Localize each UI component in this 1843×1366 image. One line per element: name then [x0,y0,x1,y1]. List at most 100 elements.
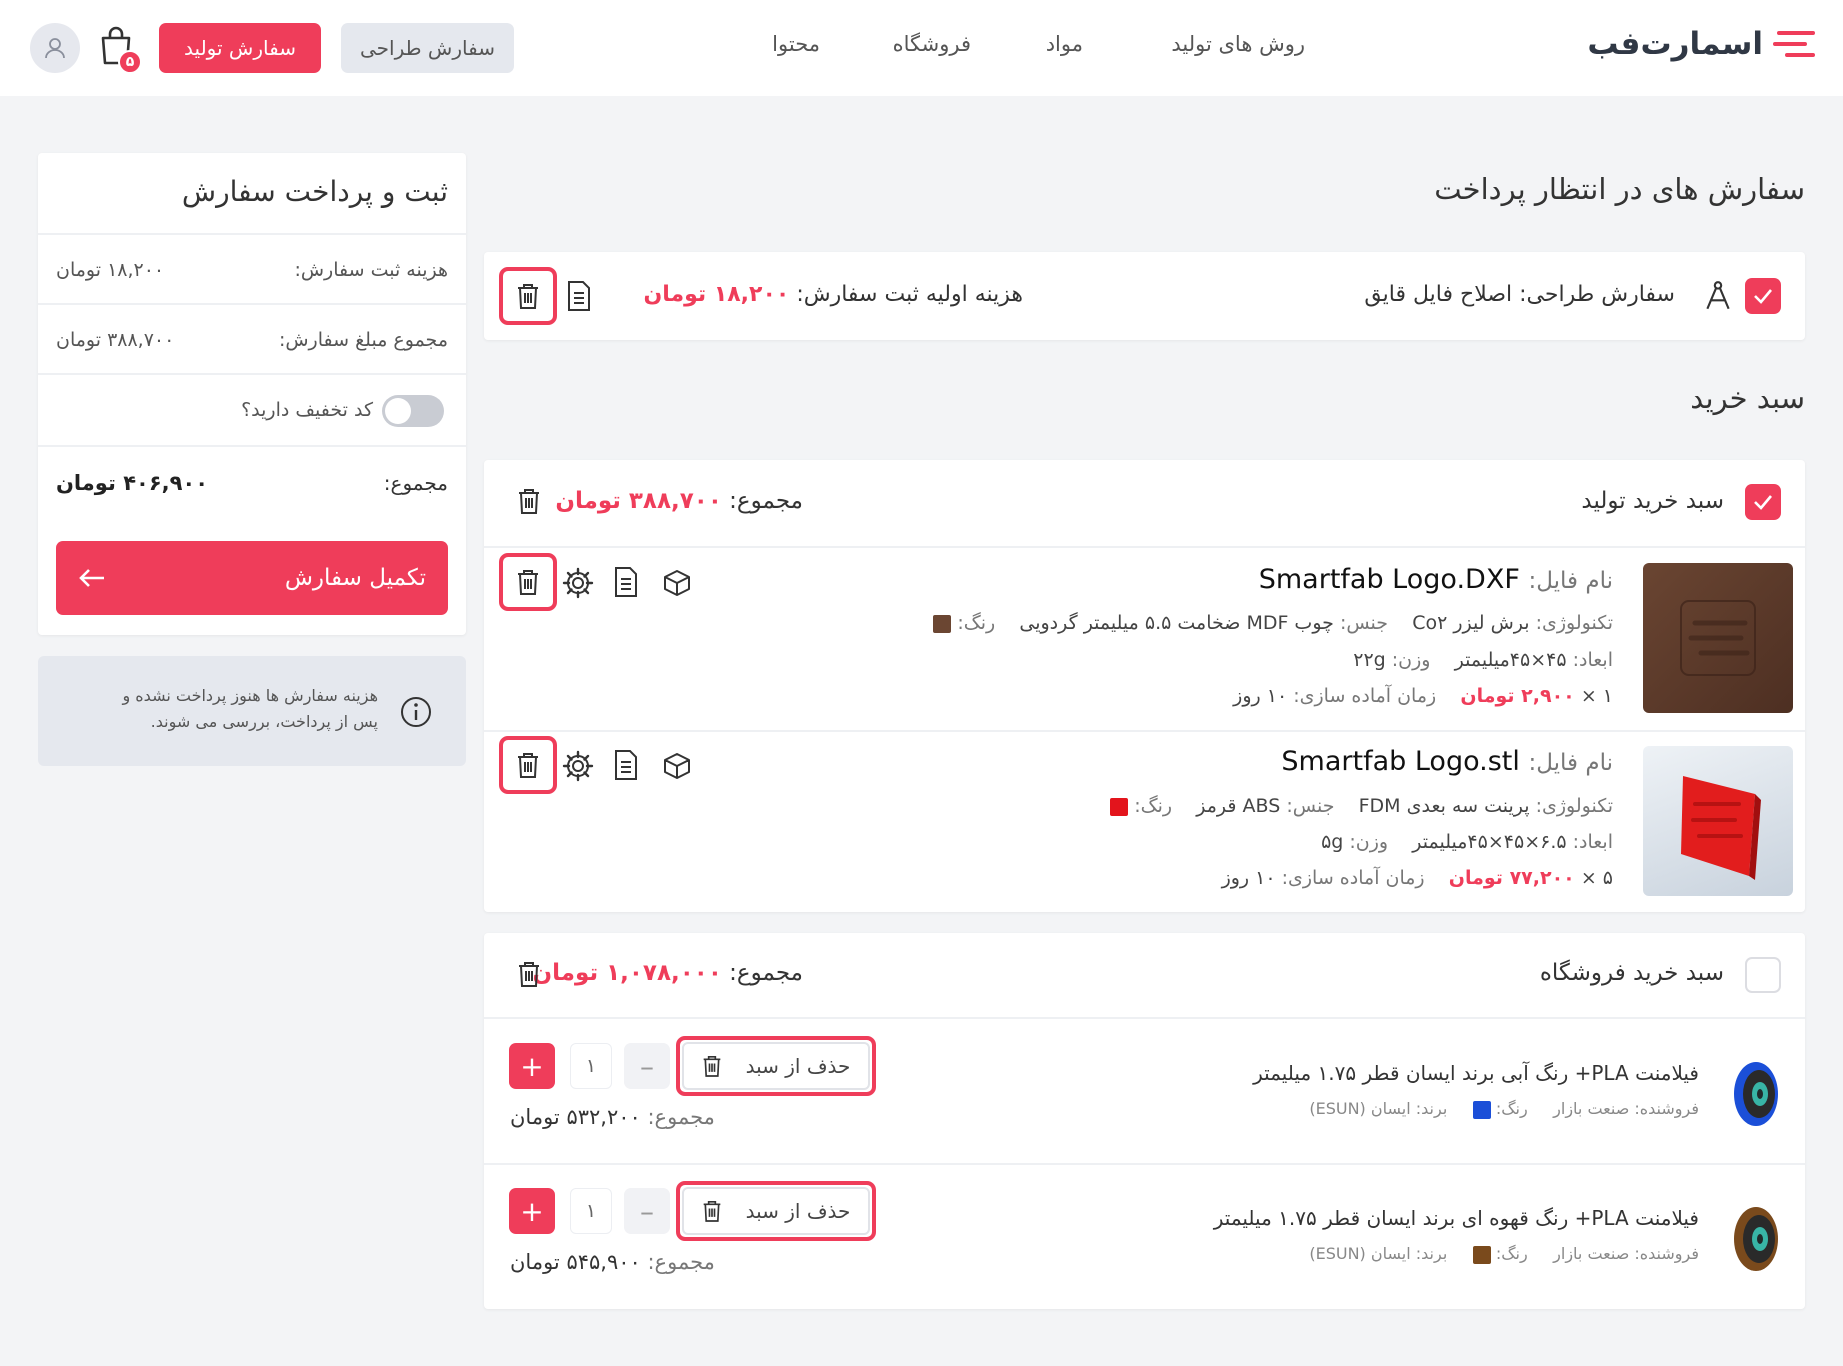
info-line-1: هزینه سفارش ها هنوز پرداخت نشده و [122,686,378,705]
shop-item-name[interactable]: فیلامنت PLA+ رنگ قهوه ای برند ایسان قطر … [1214,1206,1699,1230]
shop-item-meta: فروشنده: صنعت بازار رنگ: برند: ایسان (ES… [1309,1099,1699,1119]
item-filename-value: Smartfab Logo.stl [1281,746,1520,777]
quantity-decrease-button[interactable]: – [624,1188,670,1234]
item-thumbnail-stl[interactable] [1643,746,1793,896]
user-icon [45,38,65,59]
item-dimensions: ابعاد: ۶.۵×۴۵×۴۵میلیمتر وزن: ۵g [1321,831,1613,853]
item-specs: تکنولوژی: پرینت سه بعدی FDM جنس: ABS قرم… [1110,795,1613,817]
color-label: رنگ: [957,612,996,634]
item-thumbnail-dxf[interactable] [1643,563,1793,713]
compass-icon [1706,281,1730,310]
pending-order-checkbox[interactable] [1745,278,1781,314]
item-specs: تکنولوژی: برش لیزر Co۲ جنس: چوب MDF ضخام… [933,612,1613,634]
weight-value: ۵g [1321,831,1344,853]
document-icon[interactable] [566,280,592,312]
settings-gear-icon[interactable] [562,750,594,782]
pending-delete-button[interactable] [499,267,557,325]
nav-shop[interactable]: فروشگاه [893,32,971,56]
remove-from-cart-button[interactable]: حذف از سبد [676,1181,876,1241]
summary-row-order-total: مجموع مبلغ سفارش: ۳۸۸,۷۰۰ تومان [38,303,466,373]
shop-item-subtotal: مجموع: ۵۴۵,۹۰۰ تومان [510,1250,715,1274]
item-delete-button[interactable] [499,736,557,794]
design-order-button[interactable]: سفارش طراحی [341,23,514,73]
checkmark-icon [1754,289,1772,304]
reg-fee-label: هزینه ثبت سفارش: [294,259,448,281]
site-logo[interactable]: اسمارت‌فب [1587,26,1817,62]
quantity-decrease-button[interactable]: – [624,1043,670,1089]
payment-info-notice: هزینه سفارش ها هنوز پرداخت نشده و پس از … [38,656,466,766]
filament-spool-image[interactable] [1731,1060,1781,1128]
cart-button[interactable]: ۵ [98,26,142,74]
divider [484,1163,1805,1165]
summary-row-discount: کد تخفیف دارید؟ [38,373,466,445]
lead-value: ۱۰ روز [1233,685,1288,707]
pending-order-name: اصلاح فایل قایق [1364,282,1513,307]
color-swatch [1110,797,1129,816]
material-label: جنس: [1339,612,1389,634]
nav-content[interactable]: محتوا [772,32,820,56]
toggle-knob [385,398,411,424]
quantity-value[interactable]: ۱ [570,1188,612,1234]
red-logo-3d-image [1681,776,1761,880]
pending-fee-label: هزینه اولیه ثبت سفارش: [796,282,1023,307]
wood-logo-image [1680,600,1756,676]
cube-icon[interactable] [662,751,692,781]
qty-value: ۵ × [1580,867,1613,889]
production-order-button[interactable]: سفارش تولید [159,23,321,73]
remove-label: حذف از سبد [745,1199,851,1223]
weight-value: ۲۲g [1353,649,1386,671]
shop-cart-total: مجموع: ۱,۰۷۸,۰۰۰ تومان [533,960,803,986]
tech-label: تکنولوژی: [1535,612,1613,634]
color-label: رنگ: [1495,1244,1528,1263]
nav-production-methods[interactable]: روش های تولید [1171,32,1305,56]
quantity-increase-button[interactable]: + [509,1188,555,1234]
order-total-value: ۳۸۸,۷۰۰ تومان [56,329,175,351]
lead-value: ۱۰ روز [1221,867,1276,889]
material-label: جنس: [1286,795,1335,817]
divider [484,730,1805,732]
document-icon[interactable] [613,566,639,598]
complete-order-label: تکمیل سفارش [284,565,426,591]
cart-count-badge: ۵ [118,50,142,74]
trash-icon [518,570,538,595]
brand: برند: ایسان (ESUN) [1309,1099,1448,1118]
trash-icon [518,753,538,778]
trash-icon [703,1056,720,1077]
price-value: ۲,۹۰۰ تومان [1460,685,1575,707]
cube-icon[interactable] [662,568,692,598]
trash-icon [519,962,539,987]
production-cart-checkbox[interactable] [1745,484,1781,520]
order-summary-panel: ثبت و پرداخت سفارش هزینه ثبت سفارش: ۱۸,۲… [38,153,466,635]
tech-value: برش لیزر Co۲ [1412,612,1530,634]
nav-materials[interactable]: مواد [1046,32,1083,56]
discount-toggle[interactable] [382,395,444,427]
production-cart-total: مجموع: ۳۸۸,۷۰۰ تومان [555,488,803,514]
shop-cart-delete-button[interactable] [512,957,546,991]
remove-from-cart-button[interactable]: حذف از سبد [676,1036,876,1096]
summary-row-reg-fee: هزینه ثبت سفارش: ۱۸,۲۰۰ تومان [38,233,466,303]
divider [484,1017,1805,1019]
quantity-value[interactable]: ۱ [570,1043,612,1089]
shop-cart-checkbox[interactable] [1745,957,1781,993]
production-cart-title: سبد خرید تولید [1581,488,1724,514]
complete-order-button[interactable]: تکمیل سفارش [56,541,448,615]
filament-spool-image[interactable] [1731,1205,1781,1273]
subtotal-label: مجموع: [647,1105,715,1129]
shop-item-subtotal: مجموع: ۵۳۲,۲۰۰ تومان [510,1105,715,1129]
item-delete-button[interactable] [499,553,557,611]
discount-label: کد تخفیف دارید؟ [241,399,373,421]
reg-fee-value: ۱۸,۲۰۰ تومان [56,259,165,281]
item-filename-label: نام فایل: [1528,568,1613,594]
pending-order-card: سفارش طراحی: اصلاح فایل قایق هزینه اولیه… [484,252,1805,340]
material-value: چوب MDF ضخامت ۵.۵ میلیمتر گردویی [1019,612,1334,634]
document-icon[interactable] [613,749,639,781]
seller: فروشنده: صنعت بازار [1553,1099,1699,1118]
settings-gear-icon[interactable] [562,567,594,599]
production-cart-delete-button[interactable] [512,484,546,518]
shop-item-name[interactable]: فیلامنت PLA+ رنگ آبی برند ایسان قطر ۱.۷۵… [1253,1061,1699,1085]
quantity-increase-button[interactable]: + [509,1043,555,1089]
pending-fee: هزینه اولیه ثبت سفارش: ۱۸,۲۰۰ تومان [643,282,1023,307]
info-line-2: پس از پرداخت، بررسی می شوند. [150,712,378,731]
user-avatar[interactable] [30,23,80,73]
dims-value: ۶.۵×۴۵×۴۵میلیمتر [1412,831,1567,853]
